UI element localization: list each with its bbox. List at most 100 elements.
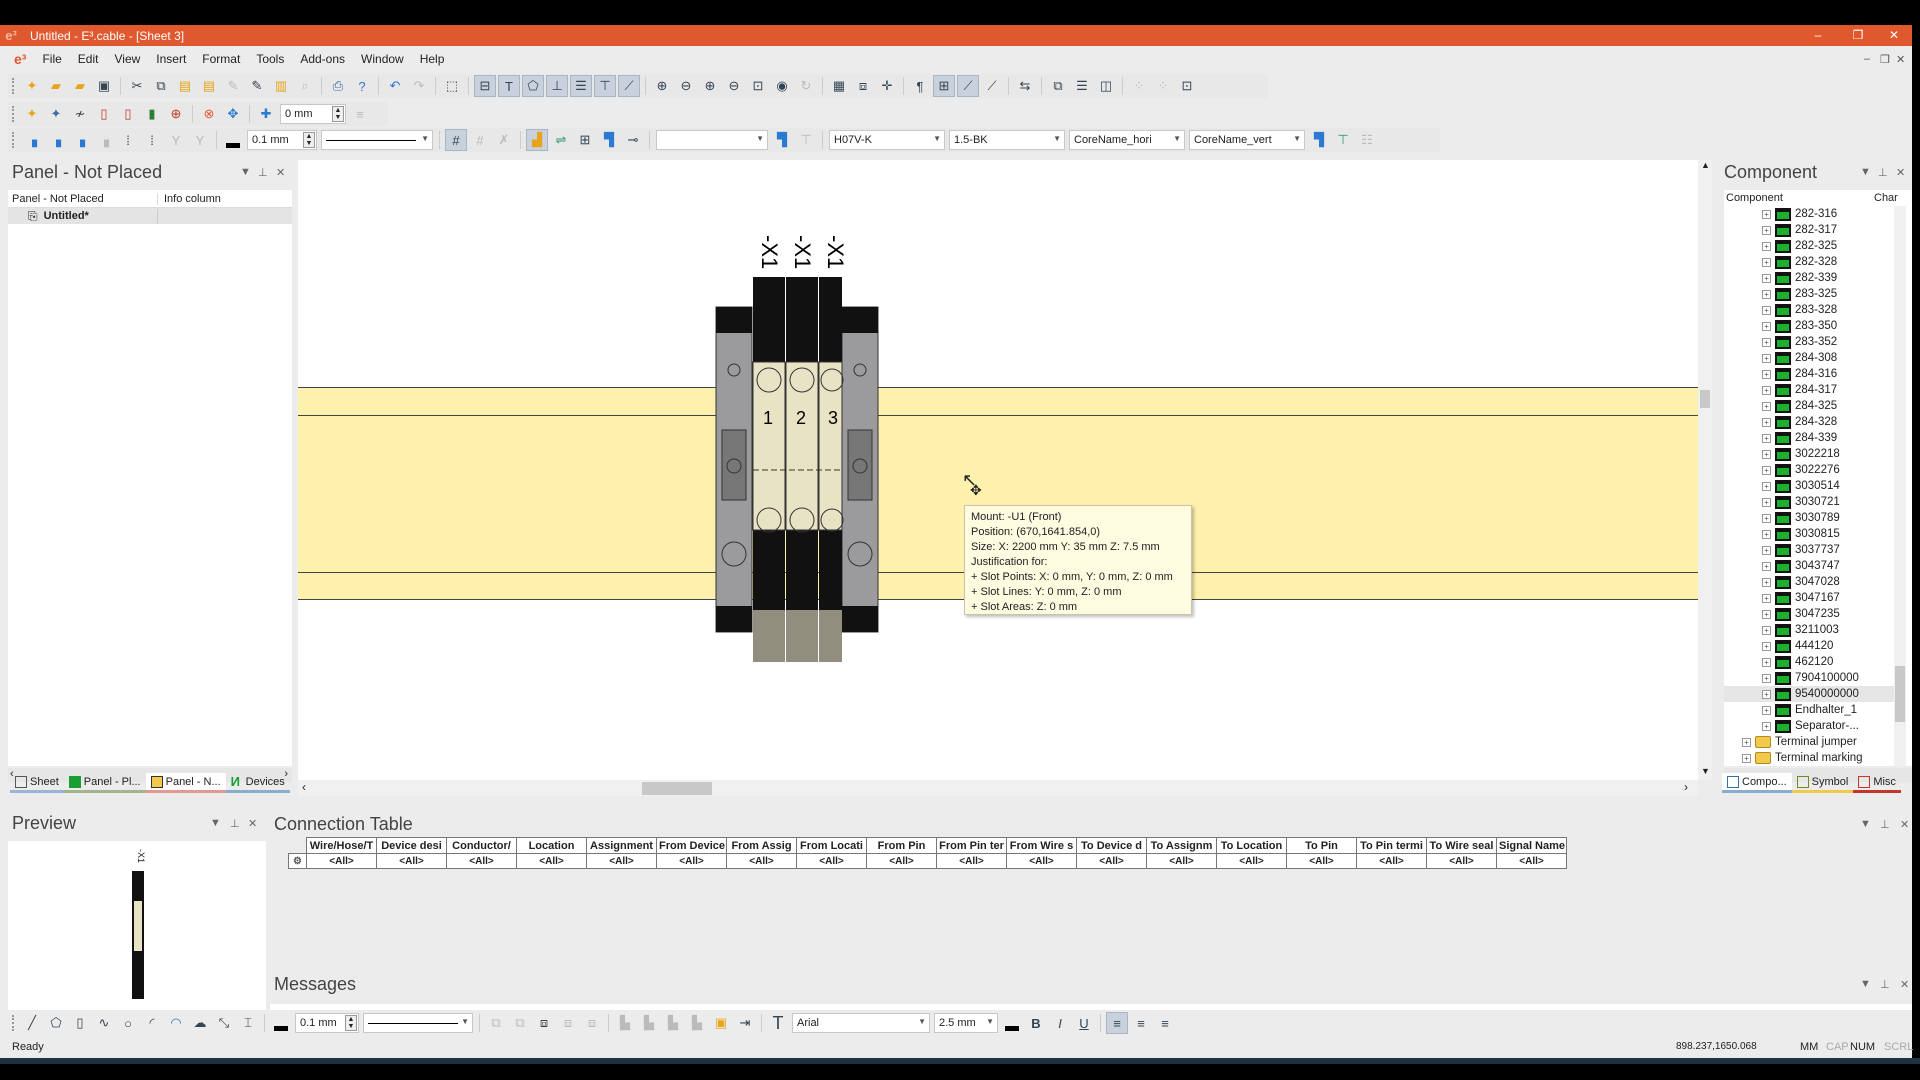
expand-icon[interactable]: + xyxy=(1762,353,1771,363)
place-device-2-icon[interactable]: ▗ xyxy=(69,129,91,151)
filter-cell[interactable]: <All> xyxy=(796,853,867,869)
column-header[interactable]: Device desi xyxy=(376,837,447,854)
tile-vertical-icon[interactable]: ◫ xyxy=(1095,75,1117,97)
column-header[interactable]: Info column xyxy=(158,193,221,205)
wire-type-select[interactable]: H07V-K ▼ xyxy=(829,130,945,150)
zoom-area-icon[interactable]: ⊕ xyxy=(651,75,673,97)
column-header[interactable]: Panel - Not Placed xyxy=(8,192,158,205)
open-icon[interactable]: ▰ xyxy=(45,75,67,97)
print-icon[interactable]: ⎙ xyxy=(327,75,349,97)
column-header[interactable]: From Locati xyxy=(796,837,867,854)
pane-pin-icon[interactable]: ⊥ xyxy=(1878,166,1888,179)
pane-pin-icon[interactable]: ⊥ xyxy=(1880,818,1890,831)
filter-cell[interactable]: <All> xyxy=(586,853,657,869)
wire-settings-icon[interactable]: ⊤ xyxy=(795,129,817,151)
filter-cell[interactable]: <All> xyxy=(516,853,587,869)
column-header[interactable]: From Wire s xyxy=(1006,837,1077,854)
expand-icon[interactable]: + xyxy=(1762,289,1771,299)
expand-icon[interactable]: + xyxy=(1762,481,1771,491)
expand-icon[interactable]: + xyxy=(1762,593,1771,603)
align-connectors-icon[interactable]: ⇆ xyxy=(1014,75,1036,97)
component-item[interactable]: + Separator-... xyxy=(1724,718,1894,734)
component-icon[interactable]: ▮ xyxy=(141,103,163,125)
column-header[interactable]: From Assig xyxy=(726,837,797,854)
new-icon[interactable]: ✦ xyxy=(21,75,43,97)
expand-icon[interactable]: + xyxy=(1762,673,1771,683)
pane-pin-icon[interactable]: ⊥ xyxy=(258,166,268,179)
cross-ref-icon[interactable]: ≁ xyxy=(69,103,91,125)
component-item[interactable]: +9540000000 xyxy=(1724,686,1894,702)
component-item[interactable]: +284-339 xyxy=(1724,430,1894,446)
send-backward-icon[interactable]: ▙ xyxy=(686,1012,708,1034)
bring-forward-icon[interactable]: ▙ xyxy=(662,1012,684,1034)
new-symbol-icon[interactable]: ✦ xyxy=(45,103,67,125)
pane-pin-icon[interactable]: ⊥ xyxy=(230,817,240,830)
offset-settings-icon[interactable]: ≡ xyxy=(349,103,371,125)
expand-icon[interactable]: + xyxy=(1762,545,1771,555)
column-header[interactable]: From Pin xyxy=(866,837,937,854)
expand-icon[interactable]: + xyxy=(1762,689,1771,699)
column-header[interactable]: To Assignm xyxy=(1146,837,1217,854)
expand-icon[interactable]: + xyxy=(1762,561,1771,571)
list-mode-icon[interactable]: ☰ xyxy=(570,75,592,97)
align-icon[interactable]: ⧈ xyxy=(557,1012,579,1034)
arc-3pt-tool-icon[interactable]: ◠ xyxy=(165,1012,187,1034)
embed-icon[interactable]: ▣ xyxy=(710,1012,732,1034)
expand-icon[interactable]: + xyxy=(1762,529,1771,539)
network-icon[interactable]: ⊞ xyxy=(574,129,596,151)
drawing-canvas[interactable]: 1 2 3 -X1 -X1 -X1 ↖ ✥ Mount: -U1 (Front)… xyxy=(298,160,1698,780)
circle-tool-icon[interactable]: ○ xyxy=(117,1012,139,1034)
expand-icon[interactable]: + xyxy=(1762,449,1771,459)
expand-icon[interactable]: + xyxy=(1762,513,1771,523)
distribute-icon[interactable]: ⇥ xyxy=(734,1012,756,1034)
ungroup-icon[interactable]: ⧉ xyxy=(509,1012,531,1034)
component-item[interactable]: +284-328 xyxy=(1724,414,1894,430)
send-back-icon[interactable]: ▙ xyxy=(638,1012,660,1034)
tab-sheet[interactable]: Sheet xyxy=(10,773,64,793)
column-header[interactable]: Wire/Hose/T xyxy=(306,837,377,854)
minimize-button[interactable]: – xyxy=(1800,25,1836,46)
menu-tools[interactable]: Tools xyxy=(248,52,292,66)
wire-number-2-icon[interactable]: # xyxy=(469,129,491,151)
assign-wire-icon[interactable]: ▜ xyxy=(771,129,793,151)
terminal-strip-icon[interactable]: ▯ xyxy=(117,103,139,125)
tab-panel-placed[interactable]: Panel - Pl... xyxy=(63,773,146,793)
filter-cell[interactable]: <All> xyxy=(306,853,377,869)
component-item[interactable]: +284-308 xyxy=(1724,350,1894,366)
filter-cell[interactable]: <All> xyxy=(1286,853,1357,869)
column-header[interactable]: From Device xyxy=(656,837,727,854)
expand-icon[interactable]: + xyxy=(1762,705,1771,715)
vscroll-thumb[interactable] xyxy=(1700,390,1710,408)
wire-color-select[interactable]: 1.5-BK ▼ xyxy=(949,130,1065,150)
move-icon[interactable]: ✥ xyxy=(222,103,244,125)
component-item[interactable]: +3030789 xyxy=(1724,510,1894,526)
text-color-icon[interactable] xyxy=(1001,1012,1023,1034)
redo-icon[interactable]: ↷ xyxy=(408,75,430,97)
assign-core-icon[interactable]: ▜ xyxy=(1308,129,1330,151)
empty-combo[interactable]: ▼ xyxy=(656,130,768,150)
grid-icon[interactable]: ▦ xyxy=(828,75,850,97)
text-mode-icon[interactable]: T xyxy=(498,75,520,97)
pane-menu-icon[interactable]: ▼ xyxy=(1860,166,1871,178)
component-item[interactable]: +282-325 xyxy=(1724,238,1894,254)
expand-icon[interactable]: + xyxy=(1742,737,1751,747)
menu-file[interactable]: File xyxy=(34,52,69,66)
align-center-icon[interactable]: ≡ xyxy=(1130,1012,1152,1034)
expand-icon[interactable]: + xyxy=(1762,257,1771,267)
column-header[interactable]: Component xyxy=(1724,192,1874,204)
connect-device-icon[interactable]: ▟ xyxy=(526,129,548,151)
menu-format[interactable]: Format xyxy=(194,52,248,66)
table-settings-icon[interactable]: ⚙ xyxy=(288,853,307,869)
mdi-close-button[interactable]: ✕ xyxy=(1896,53,1905,66)
rectangle-tool-icon[interactable]: ▯ xyxy=(69,1012,91,1034)
filter-cell[interactable]: <All> xyxy=(1356,853,1427,869)
column-header[interactable]: Location xyxy=(516,837,587,854)
expand-icon[interactable]: + xyxy=(1762,433,1771,443)
expand-icon[interactable]: + xyxy=(1762,625,1771,635)
core-name-vert-select[interactable]: CoreName_vert ▼ xyxy=(1189,130,1305,150)
splice-icon[interactable]: ⊸ xyxy=(622,129,644,151)
canvas-vscrollbar[interactable]: ▲ ▼ xyxy=(1698,160,1712,780)
filter-cell[interactable]: <All> xyxy=(1146,853,1217,869)
hscroll-thumb[interactable] xyxy=(642,782,712,795)
pane-close-icon[interactable]: ✕ xyxy=(1900,818,1909,831)
